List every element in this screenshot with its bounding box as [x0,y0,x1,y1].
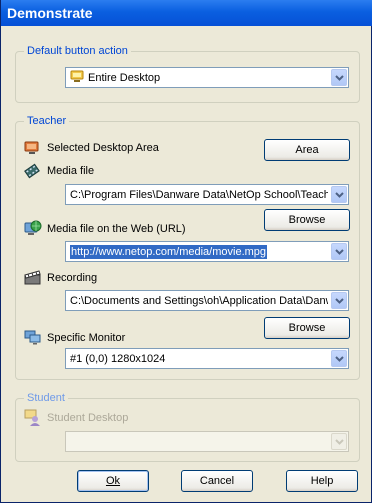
student-group: Student Student Desktop [15,391,360,462]
desktop-area-icon [24,140,40,156]
recording-value: C:\Documents and Settings\oh\Application… [70,295,328,307]
desktop-icon [70,70,86,86]
media-file-label: Media file [47,165,95,177]
student-desktop-select [65,431,349,452]
film-icon [24,163,40,179]
specific-monitor-value: #1 (0,0) 1280x1024 [70,353,166,365]
media-file-value: C:\Program Files\Danware Data\NetOp Scho… [70,189,328,201]
media-file-select[interactable]: C:\Program Files\Danware Data\NetOp Scho… [65,184,349,205]
area-button[interactable]: Area [264,139,350,161]
teacher-group: Teacher Selected Desktop Area Area Media… [15,114,360,380]
student-group-title: Student [24,391,68,405]
specific-monitor-select[interactable]: #1 (0,0) 1280x1024 [65,348,349,369]
selected-desktop-area-label: Selected Desktop Area [47,142,159,154]
demonstrate-dialog: Demonstrate Default button action Entire… [0,0,372,503]
clapperboard-icon [24,269,41,285]
recording-label: Recording [47,272,98,284]
media-web-value[interactable]: http://www.netop.com/media/movie.mpg [70,245,268,259]
default-action-select[interactable]: Entire Desktop [65,67,349,88]
media-web-select[interactable]: http://www.netop.com/media/movie.mpg [65,241,349,262]
browse-web-button[interactable]: Browse [264,209,350,231]
chevron-down-icon[interactable] [331,69,347,86]
chevron-down-icon[interactable] [331,350,347,367]
chevron-down-icon[interactable] [331,292,347,309]
chevron-down-icon[interactable] [331,243,347,260]
student-desktop-icon [24,409,40,426]
media-web-label: Media file on the Web (URL) [47,223,186,235]
ok-button-label: Ok [105,475,121,487]
specific-monitor-label: Specific Monitor [47,332,126,344]
help-button-label: Help [310,475,334,487]
cancel-button-label: Cancel [199,475,235,487]
window-title: Demonstrate [1,0,372,26]
default-action-group-title: Default button action [24,44,131,58]
globe-computer-icon [24,220,42,236]
chevron-down-icon [331,433,347,450]
default-action-value: Entire Desktop [88,72,161,84]
default-action-group: Default button action Entire Desktop [15,44,360,103]
recording-select[interactable]: C:\Documents and Settings\oh\Application… [65,290,349,311]
student-desktop-label: Student Desktop [47,412,129,424]
chevron-down-icon[interactable] [331,186,347,203]
browse-monitor-button[interactable]: Browse [264,317,350,339]
cancel-button[interactable]: Cancel [181,470,253,492]
monitors-icon [24,329,41,345]
help-button[interactable]: Help [286,470,358,492]
ok-button[interactable]: Ok [77,470,149,492]
teacher-group-title: Teacher [24,114,70,128]
